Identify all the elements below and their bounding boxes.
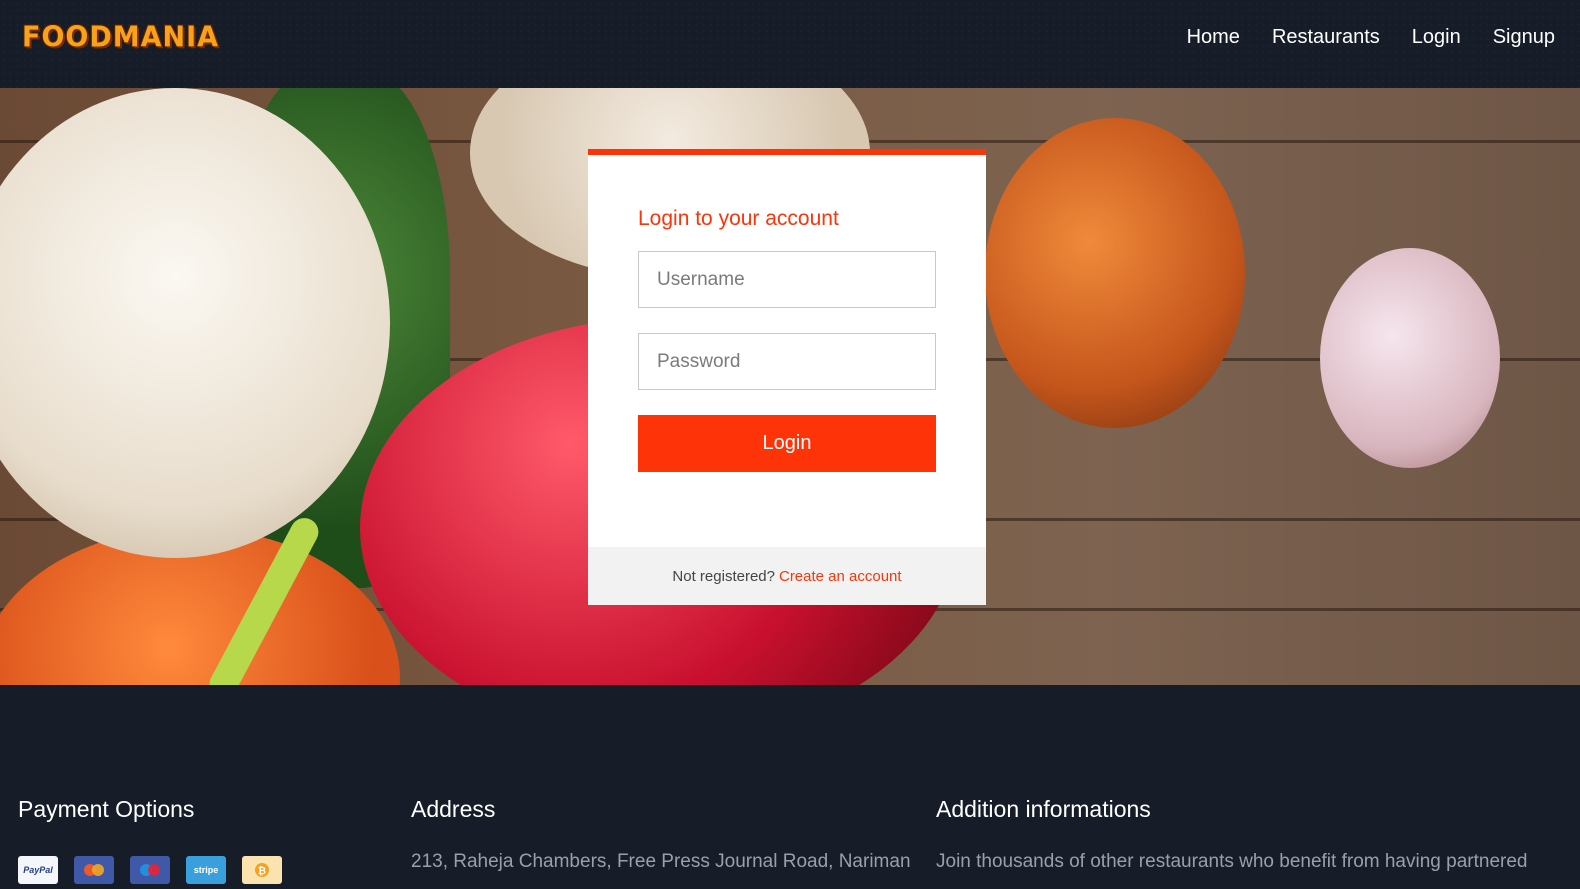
address-heading: Address bbox=[411, 796, 496, 822]
login-card: Login to your account Login Not register… bbox=[588, 149, 986, 605]
mastercard-icon bbox=[74, 856, 114, 884]
site-footer: Payment Options PayPal stripe ₿ Address … bbox=[0, 685, 1580, 889]
nav-signup[interactable]: Signup bbox=[1493, 26, 1555, 49]
paypal-icon: PayPal bbox=[18, 856, 58, 884]
site-header: FOODMANIA Home Restaurants Login Signup bbox=[0, 0, 1580, 88]
bitcoin-icon: ₿ bbox=[242, 856, 282, 884]
address-text: 213, Raheja Chambers, Free Press Journal… bbox=[411, 851, 911, 872]
not-registered-text: Not registered? bbox=[672, 567, 775, 585]
address-section: Address 213, Raheja Chambers, Free Press… bbox=[411, 796, 911, 875]
payment-icons: PayPal stripe ₿ bbox=[18, 856, 282, 884]
payment-options-heading: Payment Options bbox=[18, 796, 195, 822]
username-input[interactable] bbox=[638, 251, 936, 308]
stripe-icon: stripe bbox=[186, 856, 226, 884]
additional-info-text: Join thousands of other restaurants who … bbox=[936, 851, 1528, 872]
login-title: Login to your account bbox=[638, 207, 839, 230]
payment-options-section: Payment Options bbox=[18, 796, 194, 823]
register-prompt: Not registered? Create an account bbox=[588, 547, 986, 605]
nav-login[interactable]: Login bbox=[1412, 26, 1461, 49]
svg-text:₿: ₿ bbox=[258, 865, 266, 877]
maestro-icon bbox=[130, 856, 170, 884]
onion-image bbox=[985, 118, 1245, 428]
additional-info-section: Addition informations Join thousands of … bbox=[936, 796, 1527, 875]
login-button[interactable]: Login bbox=[638, 415, 936, 472]
password-input[interactable] bbox=[638, 333, 936, 390]
nav-restaurants[interactable]: Restaurants bbox=[1272, 26, 1380, 49]
nav-home[interactable]: Home bbox=[1187, 26, 1240, 49]
additional-info-heading: Addition informations bbox=[936, 796, 1151, 822]
site-logo[interactable]: FOODMANIA bbox=[22, 21, 219, 57]
create-account-link[interactable]: Create an account bbox=[779, 568, 902, 585]
main-nav: Home Restaurants Login Signup bbox=[1187, 26, 1555, 49]
garlic-image bbox=[1320, 248, 1500, 468]
